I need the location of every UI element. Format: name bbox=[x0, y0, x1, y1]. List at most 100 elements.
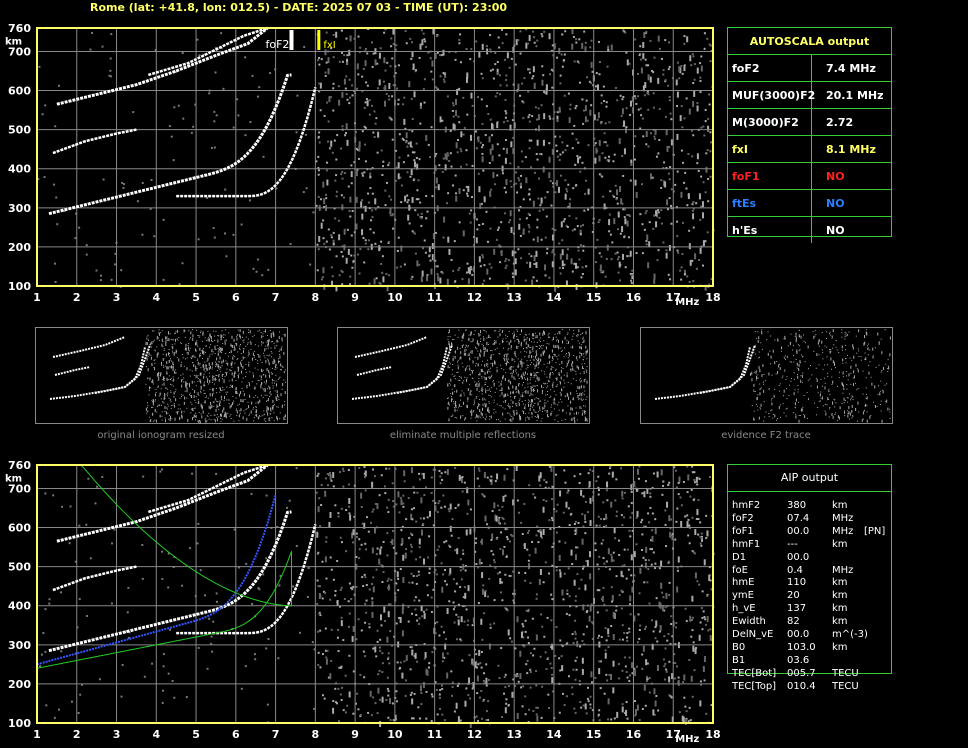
aip-value: 00.0 bbox=[787, 525, 810, 537]
foF2-marker bbox=[289, 30, 294, 50]
aip-name: foE bbox=[732, 564, 748, 576]
x-tick-label: 18 bbox=[705, 291, 720, 304]
x-tick-label: 12 bbox=[467, 728, 482, 741]
x-tick-label: 14 bbox=[546, 728, 562, 741]
aip-value: 010.4 bbox=[787, 680, 816, 692]
param-name: MUF(3000)F2 bbox=[728, 82, 815, 108]
y-tick-label: 400 bbox=[8, 600, 31, 613]
x-tick-label: 1 bbox=[33, 291, 41, 304]
autoscala-row: ftEs NO bbox=[728, 189, 891, 216]
x-tick-label: 3 bbox=[113, 728, 121, 741]
aip-name: hmF2 bbox=[732, 500, 761, 511]
aip-value: 137 bbox=[787, 603, 807, 615]
x-tick-label: 4 bbox=[152, 291, 160, 304]
x-tick-label: 11 bbox=[427, 291, 442, 304]
aip-unit: km bbox=[832, 538, 848, 550]
thumbnail-original bbox=[35, 327, 288, 424]
aip-name: DelN_vE bbox=[732, 629, 774, 640]
y-tick-labels: 760700600500400300200100 bbox=[8, 459, 31, 730]
aip-name: foF2 bbox=[732, 512, 754, 524]
param-name: ftEs bbox=[728, 190, 812, 216]
x-tick-label: 15 bbox=[586, 728, 601, 741]
x-tick-label: 5 bbox=[192, 728, 200, 741]
y-tick-label: 760 bbox=[8, 22, 31, 35]
aip-value: 00.0 bbox=[787, 551, 810, 563]
aip-unit: km bbox=[832, 590, 848, 602]
aip-value: 82 bbox=[787, 616, 800, 628]
x-tick-labels: 1 2 3 4 5 6 7 8 9 10 11 12 13 14 15 16 17 18 bbox=[33, 291, 720, 304]
aip-value: 110 bbox=[787, 577, 807, 589]
x-tick-label: 14 bbox=[546, 291, 562, 304]
aip-value: 103.0 bbox=[787, 641, 816, 653]
aip-value: --- bbox=[787, 538, 798, 550]
x-tick-label: 7 bbox=[272, 291, 280, 304]
aip-unit: km bbox=[832, 641, 848, 653]
autoscala-row: foF1 NO bbox=[728, 162, 891, 189]
thumbnail-evidence-f2 bbox=[640, 327, 893, 424]
noise-speckle bbox=[37, 28, 715, 292]
aip-name: Ewidth bbox=[732, 616, 766, 628]
x-tick-label: 15 bbox=[586, 291, 601, 304]
aip-name: hmE bbox=[732, 577, 755, 589]
thumb-frame bbox=[337, 327, 590, 424]
y-tick-label: 200 bbox=[8, 678, 31, 691]
autoscala-table: AUTOSCALA output foF2 7.4 MHz MUF(3000)F2… bbox=[727, 27, 892, 243]
x-unit-label: MHz bbox=[675, 734, 699, 745]
aip-unit: MHz bbox=[832, 564, 854, 576]
thumb-frame bbox=[35, 327, 288, 424]
aip-name: D1 bbox=[732, 551, 747, 563]
autoscala-row: MUF(3000)F2 20.1 MHz bbox=[728, 81, 891, 108]
param-value: NO bbox=[826, 223, 845, 237]
aip-extra: [PN] bbox=[864, 525, 886, 537]
autoscala-row: foF2 7.4 MHz bbox=[728, 54, 891, 81]
x-tick-label: 16 bbox=[626, 728, 642, 741]
thumbnail-label-evidence: evidence F2 trace bbox=[721, 430, 811, 441]
x-tick-label: 1 bbox=[33, 728, 41, 741]
x-tick-label: 13 bbox=[507, 728, 522, 741]
noise-speckle bbox=[39, 465, 715, 728]
x-tick-label: 16 bbox=[626, 291, 642, 304]
param-value: 7.4 MHz bbox=[826, 61, 876, 75]
aip-unit: km bbox=[832, 603, 848, 615]
aip-unit: m^(-3) bbox=[832, 629, 868, 640]
y-tick-label: 200 bbox=[8, 241, 31, 254]
aip-unit: MHz bbox=[832, 512, 854, 524]
aip-name: foF1 bbox=[732, 525, 754, 537]
x-tick-label: 12 bbox=[467, 291, 482, 304]
y-tick-label: 760 bbox=[8, 459, 31, 472]
x-tick-label: 9 bbox=[351, 291, 359, 304]
aip-name: hmF1 bbox=[732, 538, 761, 550]
y-tick-label: 100 bbox=[8, 280, 31, 293]
y-tick-label: 100 bbox=[8, 717, 31, 730]
aip-name: B0 bbox=[732, 641, 746, 653]
thumbnail-eliminate-multiple bbox=[337, 327, 590, 424]
thumbnail-label-eliminate: eliminate multiple reflections bbox=[389, 430, 537, 441]
param-name: foF2 bbox=[728, 55, 812, 81]
y-unit-label: km bbox=[5, 36, 22, 47]
fxI-marker bbox=[317, 30, 321, 50]
aip-value: 0.4 bbox=[787, 564, 803, 576]
y-tick-label: 300 bbox=[8, 202, 31, 215]
aip-name: TEC[Bot] bbox=[732, 667, 777, 679]
param-value: NO bbox=[826, 169, 845, 183]
param-name: h'Es bbox=[728, 217, 812, 243]
ionogram-top: foF2 fxI760700600500400300200100km1 2 3 4 5 6 7… bbox=[5, 22, 721, 308]
thumbnail-label-original: original ionogram resized bbox=[97, 430, 225, 441]
x-tick-label: 2 bbox=[73, 291, 81, 304]
x-tick-label: 9 bbox=[351, 728, 359, 741]
x-tick-label: 2 bbox=[73, 728, 81, 741]
param-name: foF1 bbox=[728, 163, 812, 189]
aip-name: TEC[Top] bbox=[732, 680, 777, 692]
aip-title: AIP output bbox=[728, 465, 891, 492]
autoscala-row: M(3000)F2 2.72 bbox=[728, 108, 891, 135]
x-tick-label: 3 bbox=[113, 291, 121, 304]
autoscala-row: fxI 8.1 MHz bbox=[728, 135, 891, 162]
aip-name: h_vE bbox=[732, 603, 756, 615]
aip-value: 380 bbox=[787, 500, 807, 511]
aip-value: 20 bbox=[787, 590, 800, 602]
autoscala-row: h'Es NO bbox=[728, 216, 891, 243]
ionogram-header: Rome (lat: +41.8, lon: 012.5) - DATE: 20… bbox=[90, 1, 508, 14]
aip-unit: km bbox=[832, 577, 848, 589]
aip-name: ymE bbox=[732, 590, 754, 602]
x-tick-label: 10 bbox=[387, 728, 403, 741]
